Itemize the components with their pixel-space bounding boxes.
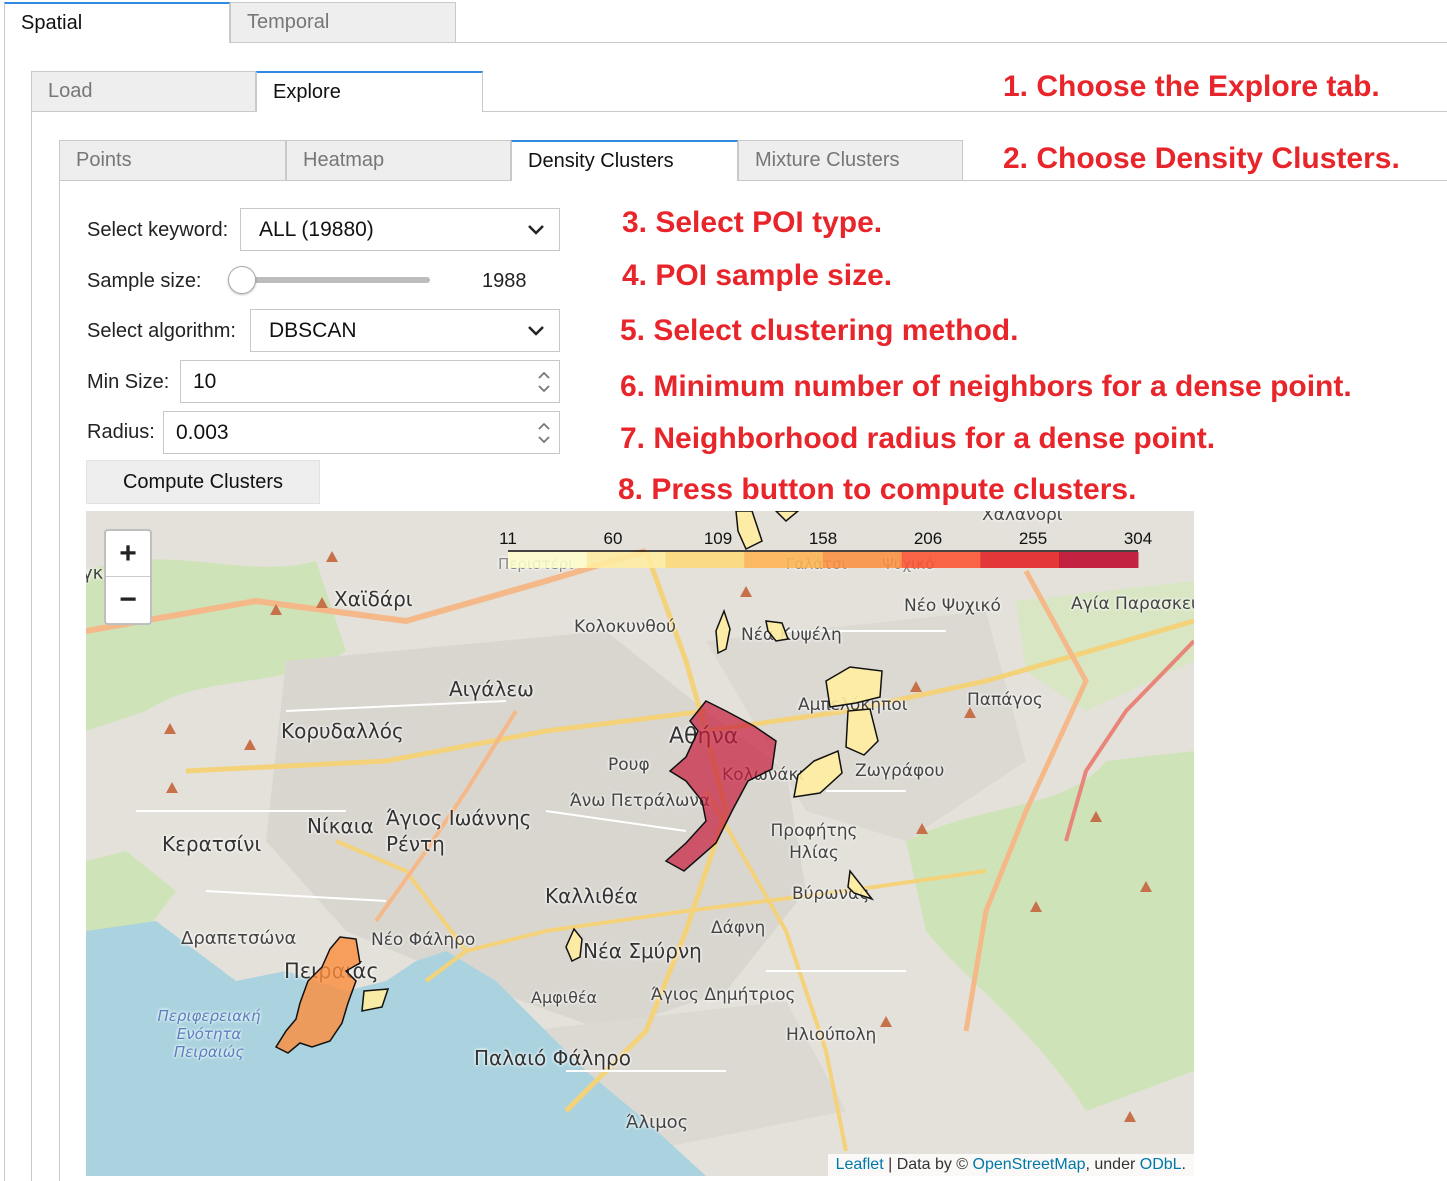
tab-heatmap[interactable]: Heatmap	[286, 140, 511, 181]
compute-clusters-button[interactable]: Compute Clusters	[86, 460, 320, 504]
odbl-link[interactable]: ODbL	[1140, 1156, 1182, 1173]
min-size-input[interactable]: 10	[180, 360, 560, 403]
map-attribution: Leaflet | Data by © OpenStreetMap, under…	[827, 1154, 1194, 1176]
legend-swatch	[586, 552, 666, 568]
tab-points-label: Points	[76, 149, 132, 171]
legend-tick: 11	[499, 529, 517, 548]
radius-label: Radius:	[87, 421, 155, 443]
annotation-1: 1. Choose the Explore tab.	[1003, 70, 1380, 103]
legend-swatch	[901, 552, 981, 568]
legend-swatch	[508, 552, 588, 568]
algorithm-select-value: DBSCAN	[269, 318, 357, 342]
legend-tick: 206	[913, 529, 943, 548]
legend-swatch	[665, 552, 745, 568]
keyword-label: Select keyword:	[87, 219, 229, 241]
tab-spatial-label: Spatial	[21, 12, 83, 34]
tab-explore-label: Explore	[273, 81, 341, 103]
legend-tick: 158	[808, 529, 838, 548]
radius-value: 0.003	[176, 420, 229, 444]
legend-swatch	[980, 552, 1060, 568]
tab-temporal-label: Temporal	[247, 11, 330, 33]
legend-tick: 304	[1123, 529, 1153, 548]
tab-load[interactable]: Load	[31, 71, 256, 112]
legend-swatch	[1059, 552, 1139, 568]
keyword-select[interactable]: ALL (19880)	[240, 208, 560, 251]
sample-size-label: Sample size:	[87, 270, 202, 292]
tab-load-label: Load	[48, 80, 93, 102]
legend-tick: 60	[603, 529, 623, 548]
zoom-control: + −	[104, 529, 152, 625]
cluster-map[interactable]: Χαϊδάρι Νέο Ψυχικό Αγία Παρασκευή Κολοκυ…	[86, 511, 1194, 1176]
tab-spatial[interactable]: Spatial	[4, 2, 230, 43]
keyword-select-value: ALL (19880)	[259, 217, 374, 241]
algorithm-label: Select algorithm:	[87, 320, 236, 342]
spinner-icon[interactable]	[535, 418, 553, 448]
algorithm-select[interactable]: DBSCAN	[250, 309, 560, 352]
annotation-3: 3. Select POI type.	[622, 206, 883, 239]
annotation-7: 7. Neighborhood radius for a dense point…	[620, 422, 1216, 455]
annotation-2: 2. Choose Density Clusters.	[1003, 142, 1400, 175]
sample-size-value: 1988	[482, 270, 527, 292]
tab-heatmap-label: Heatmap	[303, 149, 385, 171]
tab-density-clusters-label: Density Clusters	[528, 150, 674, 172]
legend-tick: 109	[703, 529, 733, 548]
explore-panel-border	[31, 112, 32, 1181]
zoom-in-button[interactable]: +	[106, 531, 150, 577]
legend-colorbar	[508, 550, 1139, 568]
annotation-4: 4. POI sample size.	[622, 259, 893, 292]
view-tabs-divider	[963, 180, 1447, 181]
attribution-under: , under	[1085, 1156, 1140, 1173]
legend-tick: 255	[1018, 529, 1048, 548]
tab-points[interactable]: Points	[59, 140, 286, 181]
min-size-value: 10	[193, 369, 217, 393]
tab-mixture-clusters-label: Mixture Clusters	[755, 149, 900, 171]
compute-clusters-label: Compute Clusters	[122, 470, 284, 493]
sample-size-slider-thumb[interactable]	[228, 266, 256, 294]
outer-panel-border	[4, 43, 5, 1181]
clusters-panel-border	[59, 181, 60, 1181]
chevron-down-icon	[528, 325, 544, 336]
attribution-sep: | Data by ©	[883, 1156, 973, 1173]
tab-density-clusters[interactable]: Density Clusters	[511, 140, 738, 181]
attribution-end: .	[1181, 1156, 1186, 1173]
osm-link[interactable]: OpenStreetMap	[973, 1156, 1086, 1173]
annotation-5: 5. Select clustering method.	[620, 314, 1019, 347]
radius-input[interactable]: 0.003	[163, 411, 560, 454]
leaflet-link[interactable]: Leaflet	[836, 1156, 884, 1173]
annotation-6: 6. Minimum number of neighbors for a den…	[620, 370, 1352, 403]
sub-tabs-divider	[483, 111, 1447, 112]
tab-mixture-clusters[interactable]: Mixture Clusters	[738, 140, 963, 181]
spinner-icon[interactable]	[535, 367, 553, 397]
tab-temporal[interactable]: Temporal	[230, 2, 456, 43]
min-size-label: Min Size:	[87, 371, 170, 393]
legend-swatch	[823, 552, 903, 568]
annotation-8: 8. Press button to compute clusters.	[618, 473, 1137, 506]
sample-size-track[interactable]	[231, 277, 430, 283]
chevron-down-icon	[528, 224, 544, 235]
tab-explore[interactable]: Explore	[256, 71, 483, 112]
legend-swatch	[744, 552, 824, 568]
zoom-out-button[interactable]: −	[106, 577, 150, 623]
top-tabs-divider	[456, 42, 1447, 43]
